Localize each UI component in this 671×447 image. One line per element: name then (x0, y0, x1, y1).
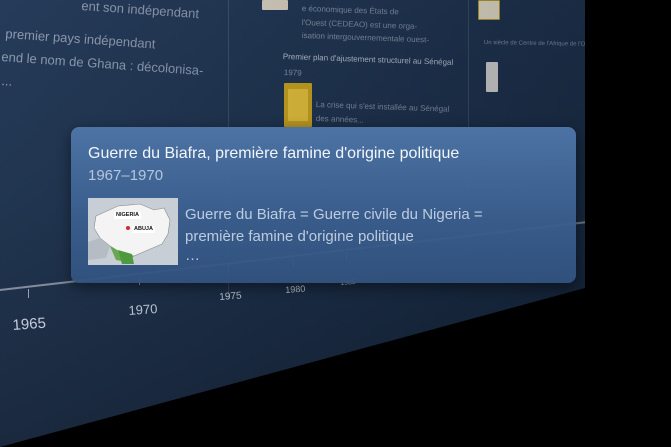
axis-tick (28, 289, 29, 298)
map-label-capital: ABUJA (132, 226, 155, 233)
event-line: e économique des États de (301, 4, 399, 17)
event-tooltip-card[interactable]: Guerre du Biafra, première famine d'orig… (71, 127, 576, 283)
event-line: end le nom de Ghana : décolonisa- (0, 49, 204, 79)
year-label: 1980 (285, 283, 306, 295)
event-line: l'Ouest (CEDEAO) est une orga- (301, 18, 418, 32)
event-thumbnail[interactable] (486, 62, 498, 92)
tooltip-dates: 1967–1970 (88, 167, 164, 184)
tooltip-description: Guerre du Biafra = Guerre civile du Nige… (185, 204, 560, 264)
tooltip-title: Guerre du Biafra, première famine d'orig… (88, 145, 460, 162)
event-thumbnail[interactable] (478, 0, 500, 20)
year-label: 1965 (12, 314, 47, 334)
book-thumbnail[interactable] (284, 83, 312, 127)
year-label: 1975 (219, 290, 242, 303)
event-line: La crise qui s'est installée au Sénégal (315, 100, 450, 114)
event-thumbnail[interactable] (262, 0, 288, 10)
description-ellipsis: … (185, 247, 200, 264)
nigeria-map-image: NIGERIA ABUJA (88, 198, 178, 265)
event-title[interactable]: Un siècle de Centre de l'Afrique de l'Ou… (484, 40, 585, 48)
event-title[interactable]: Premier plan d'ajustement structurel au … (283, 52, 454, 67)
year-label: 1970 (128, 300, 158, 318)
event-heading[interactable]: ent son indépendant (81, 0, 200, 21)
event-line: premier pays indépendant (4, 26, 156, 52)
event-year: 1979 (283, 68, 302, 78)
description-line: Guerre du Biafra = Guerre civile du Nige… (185, 206, 483, 223)
description-line: première famine d'origine politique (185, 228, 414, 245)
event-line: des années... (315, 114, 365, 125)
map-label-country: NIGERIA (114, 212, 141, 219)
event-line: ... (0, 73, 13, 89)
event-line: isation intergouvernementale ouest- (301, 31, 430, 45)
